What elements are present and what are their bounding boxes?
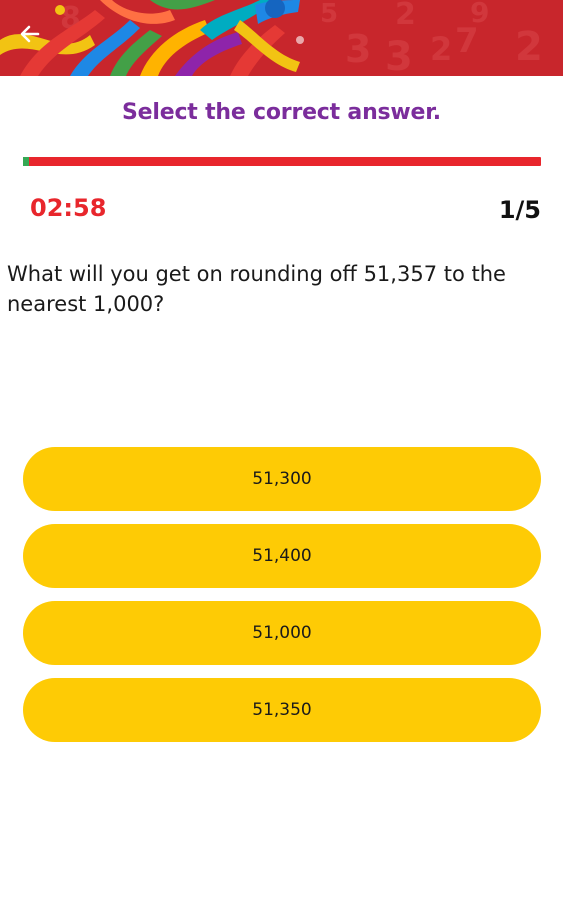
answer-option-button[interactable]: 51,350 — [23, 678, 541, 742]
question-counter: 1/5 — [498, 196, 541, 224]
progress-bar — [23, 157, 541, 166]
answer-option-button[interactable]: 51,400 — [23, 524, 541, 588]
countdown-timer: 02:58 — [30, 194, 107, 222]
arrow-left-icon — [20, 25, 40, 43]
progress-bar-fill — [23, 157, 30, 166]
back-button[interactable] — [18, 22, 52, 56]
banner-digit: 2 — [515, 24, 543, 70]
instruction-text: Select the correct answer. — [122, 100, 441, 125]
banner-digit: 9 — [470, 0, 489, 29]
banner-digit: 2 — [395, 0, 416, 32]
answer-option-button[interactable]: 51,000 — [23, 601, 541, 665]
question-text: What will you get on rounding off 51,357… — [7, 262, 506, 316]
party-banner-illustration: 8 5 2 3 3 2 7 2 9 — [0, 0, 563, 76]
answer-option-button[interactable]: 51,300 — [23, 447, 541, 511]
header-banner: 8 5 2 3 3 2 7 2 9 — [0, 0, 563, 76]
banner-digit: 5 — [320, 0, 338, 29]
answer-options: 51,300 51,400 51,000 51,350 — [23, 447, 541, 755]
banner-digit: 2 — [430, 30, 452, 68]
banner-digit: 3 — [345, 27, 371, 71]
banner-digit: 3 — [385, 34, 413, 76]
